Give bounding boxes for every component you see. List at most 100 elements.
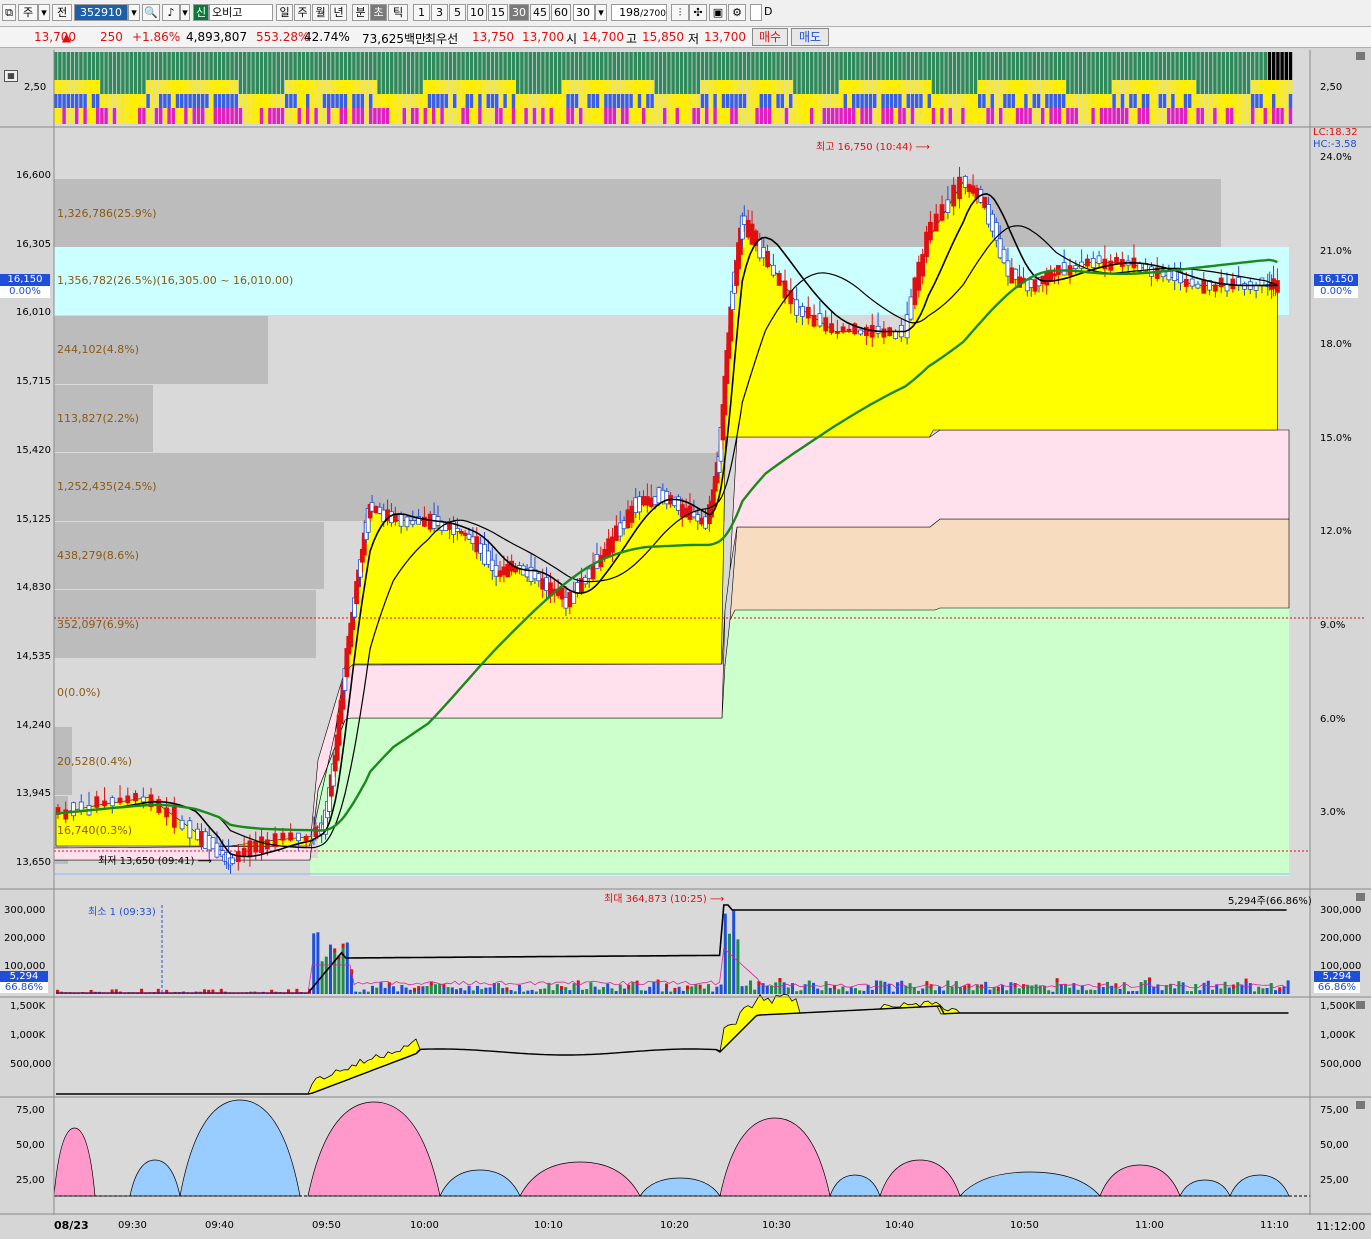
chevron-down-icon[interactable]: ▾	[595, 4, 607, 21]
strip-bar	[1150, 80, 1154, 94]
volume-bar	[396, 991, 400, 994]
volume-tag-pct: 66.86%	[0, 982, 48, 993]
strip-bar	[1028, 80, 1032, 94]
stock-name-field[interactable]: 오비고	[209, 4, 273, 21]
range-toggle[interactable]: 전	[52, 4, 72, 21]
strip-bar	[222, 94, 226, 108]
strip-bar	[423, 108, 427, 124]
strip-bar	[108, 108, 112, 124]
period-week[interactable]: 주	[294, 4, 311, 21]
strip-bar	[927, 108, 931, 124]
volume-bar	[845, 991, 849, 994]
strip-bar	[314, 94, 318, 108]
strip-bar	[423, 52, 427, 80]
candle	[1001, 248, 1007, 264]
panel-close-icon[interactable]	[1356, 52, 1365, 60]
interval-5[interactable]: 5	[449, 4, 466, 21]
interval-1[interactable]: 1	[413, 4, 430, 21]
strip-bar	[150, 80, 154, 94]
panel-close-icon[interactable]	[1356, 1001, 1365, 1009]
strip-bar	[100, 108, 104, 124]
strip-bar	[986, 80, 990, 94]
volume-bar	[917, 990, 920, 994]
strip-bar	[541, 80, 545, 94]
strip-bar	[70, 52, 75, 80]
chevron-down-icon[interactable]: ▾	[128, 4, 140, 21]
candle	[621, 520, 627, 530]
strip-bar	[226, 94, 230, 108]
strip-bar	[436, 108, 440, 124]
strip-bar	[453, 52, 457, 80]
candle	[206, 835, 212, 851]
chevron-down-icon[interactable]: ▾	[180, 4, 190, 21]
gear-icon[interactable]: ⚙	[728, 4, 746, 21]
market-select[interactable]: 주	[18, 4, 38, 21]
period-tick[interactable]: 틱	[388, 4, 408, 21]
interval-3[interactable]: 3	[431, 4, 448, 21]
volume-bar	[694, 983, 698, 994]
search-icon[interactable]: 🔍	[142, 4, 160, 21]
stock-code-input[interactable]: 352910	[74, 4, 128, 21]
strip-bar	[948, 94, 952, 108]
strip-bar	[982, 108, 986, 124]
period-month[interactable]: 월	[312, 4, 329, 21]
strip-bar	[1154, 80, 1158, 94]
strip-bar	[679, 108, 684, 124]
strip-bar	[642, 80, 646, 94]
strip-bar	[129, 80, 133, 94]
strip-bar	[163, 108, 167, 124]
candle	[805, 306, 811, 319]
strip-bar	[839, 52, 843, 80]
speaker-icon[interactable]: ♪	[162, 4, 180, 21]
strip-bar	[474, 94, 478, 108]
strip-bar	[423, 94, 427, 108]
crosshair-icon[interactable]: ✣	[689, 4, 707, 21]
interval-15[interactable]: 15	[488, 4, 508, 21]
strip-bar	[801, 108, 805, 124]
strip-bar	[688, 52, 692, 80]
bar-count[interactable]: 198/2700	[611, 4, 667, 21]
period-day[interactable]: 일	[276, 4, 293, 21]
time-tick-label: 10:10	[534, 1220, 563, 1231]
percent-tick-label: 15.0%	[1320, 432, 1352, 444]
save-icon[interactable]: ▣	[709, 4, 727, 21]
strip-bar	[1255, 80, 1259, 94]
strip-bar	[621, 80, 625, 94]
strip-bar	[1162, 80, 1167, 94]
buy-button[interactable]: 매수	[752, 28, 788, 46]
strip-bar	[175, 108, 180, 124]
option-checkbox[interactable]	[750, 4, 762, 21]
panel-close-icon[interactable]	[1356, 893, 1365, 901]
strip-bar	[553, 94, 558, 108]
period-second[interactable]: 초	[370, 4, 387, 21]
candle	[939, 204, 945, 221]
period-year[interactable]: 년	[330, 4, 347, 21]
strip-bar	[583, 108, 587, 124]
period-minute[interactable]: 분	[352, 4, 369, 21]
chevron-down-icon[interactable]: ▾	[38, 4, 50, 21]
oscillator-tick-label: 50,00	[16, 1140, 45, 1151]
volume-bar	[782, 982, 786, 994]
interval-10[interactable]: 10	[467, 4, 487, 21]
strip-bar	[1066, 108, 1070, 124]
candle	[1230, 278, 1236, 290]
oscillator-tick-label: 25,00	[16, 1175, 45, 1186]
strip-bar	[369, 108, 373, 124]
strip-bar	[1137, 108, 1141, 124]
count-select[interactable]: 30	[573, 4, 595, 21]
strip-bar	[1007, 108, 1011, 124]
volume-bar	[862, 990, 866, 994]
strip-bar	[713, 94, 717, 108]
panel-close-icon[interactable]	[1356, 1101, 1365, 1109]
window-link-icon[interactable]: ⧉	[2, 4, 16, 21]
strip-menu-icon[interactable]: ▦	[4, 70, 18, 82]
interval-60[interactable]: 60	[551, 4, 571, 21]
interval-45[interactable]: 45	[530, 4, 550, 21]
strip-bar	[1242, 80, 1246, 94]
interval-30[interactable]: 30	[509, 4, 529, 21]
candle-style-icon[interactable]: ⫶	[671, 4, 689, 21]
volume-bar	[1047, 990, 1051, 994]
sell-button[interactable]: 매도	[791, 28, 829, 46]
strip-bar	[558, 52, 562, 80]
strip-bar	[1158, 52, 1162, 80]
